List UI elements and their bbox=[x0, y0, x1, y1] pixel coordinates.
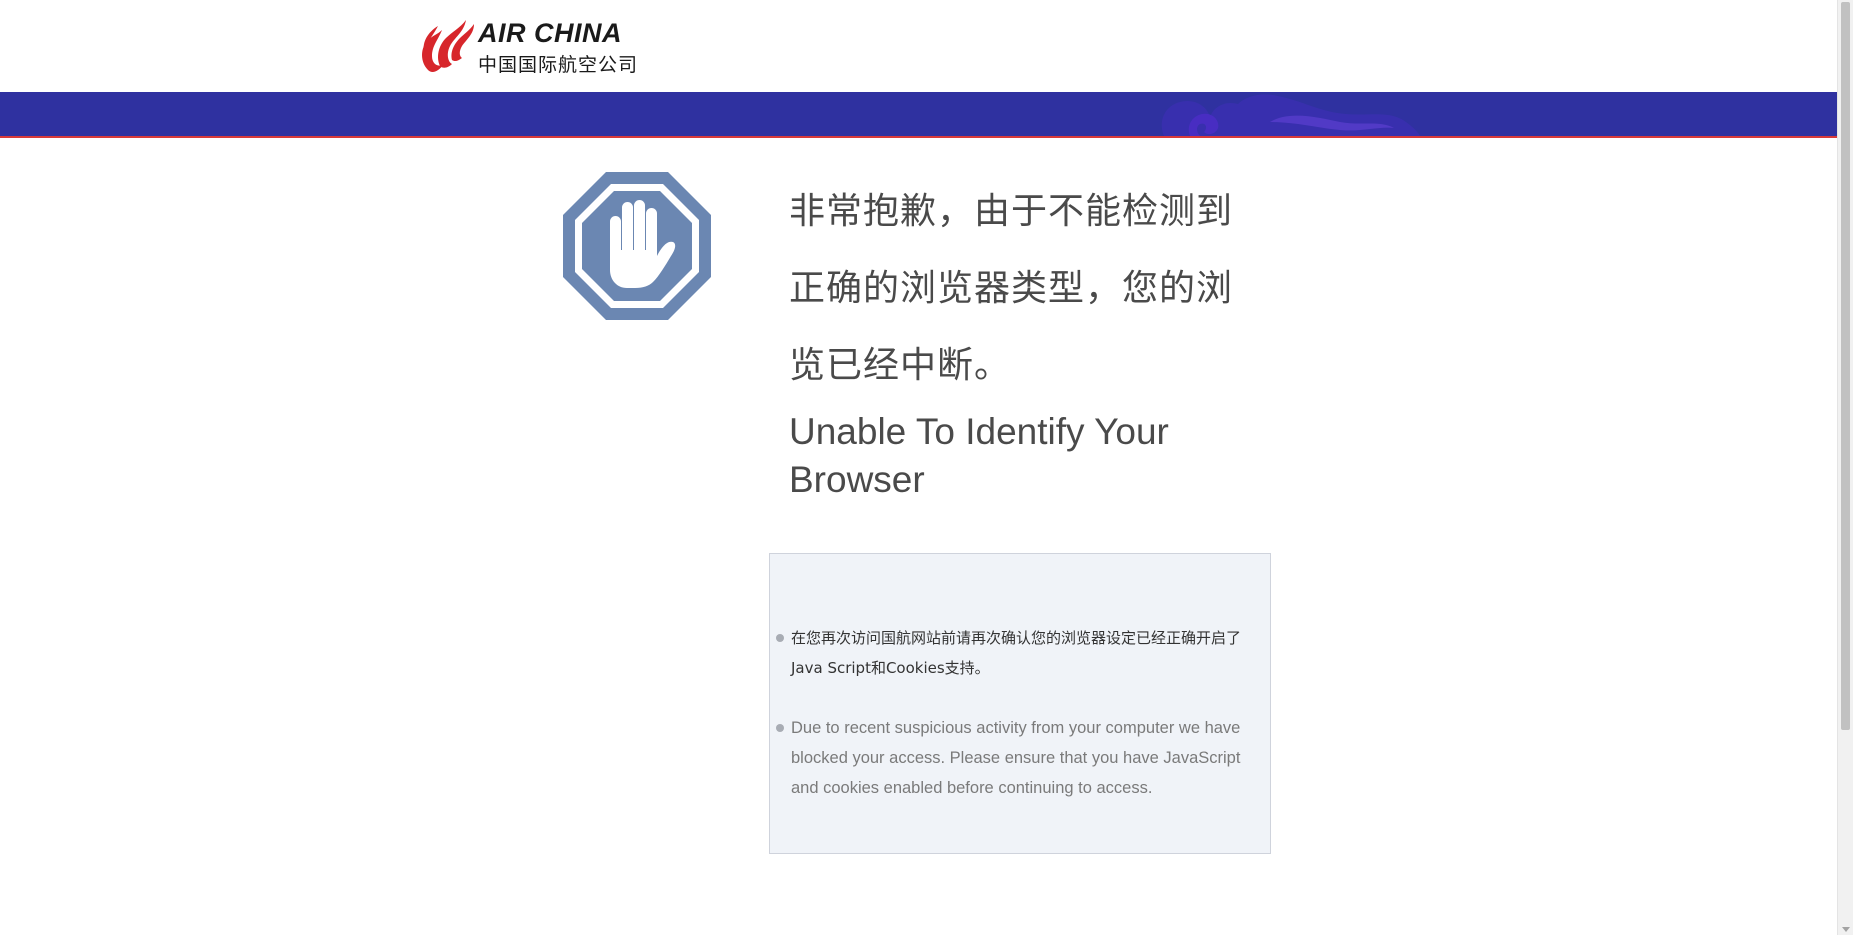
bullet-dot-icon bbox=[776, 724, 784, 732]
error-heading-en: Unable To Identify Your Browser bbox=[789, 411, 1169, 500]
logo-text-cn: 中国国际航空公司 bbox=[478, 54, 639, 76]
error-heading-cn: 非常抱歉，由于不能检测到正确的浏览器类型，您的浏览已经中断。 bbox=[789, 191, 1234, 386]
header-band bbox=[0, 92, 1838, 138]
notice-item-cn: 在您再次访问国航网站前请再次确认您的浏览器设定已经正确开启了Java Scrip… bbox=[770, 623, 1272, 683]
site-header: AIR CHINA 中国国际航空公司 bbox=[0, 0, 1838, 92]
vertical-scrollbar[interactable] bbox=[1837, 0, 1853, 935]
notice-item-en: Due to recent suspicious activity from y… bbox=[770, 713, 1272, 803]
logo-text-en: AIR CHINA bbox=[478, 18, 622, 48]
notice-text-cn: 在您再次访问国航网站前请再次确认您的浏览器设定已经正确开启了Java Scrip… bbox=[791, 629, 1242, 677]
page: AIR CHINA 中国国际航空公司 非常抱歉，由于不能检测到正确的浏览器类型，… bbox=[0, 0, 1853, 935]
notice-box: 在您再次访问国航网站前请再次确认您的浏览器设定已经正确开启了Java Scrip… bbox=[769, 553, 1271, 854]
phoenix-logo-icon bbox=[422, 20, 474, 72]
stop-hand-icon bbox=[563, 172, 711, 320]
scrollbar-thumb[interactable] bbox=[1841, 2, 1850, 730]
scroll-down-arrow-icon[interactable] bbox=[1842, 927, 1850, 932]
bullet-dot-icon bbox=[776, 634, 784, 642]
notice-text-en: Due to recent suspicious activity from y… bbox=[791, 719, 1241, 797]
air-china-logo[interactable]: AIR CHINA 中国国际航空公司 bbox=[418, 12, 637, 76]
notice-list: 在您再次访问国航网站前请再次确认您的浏览器设定已经正确开启了Java Scrip… bbox=[770, 623, 1272, 833]
cloud-ornament-icon bbox=[1161, 94, 1420, 136]
